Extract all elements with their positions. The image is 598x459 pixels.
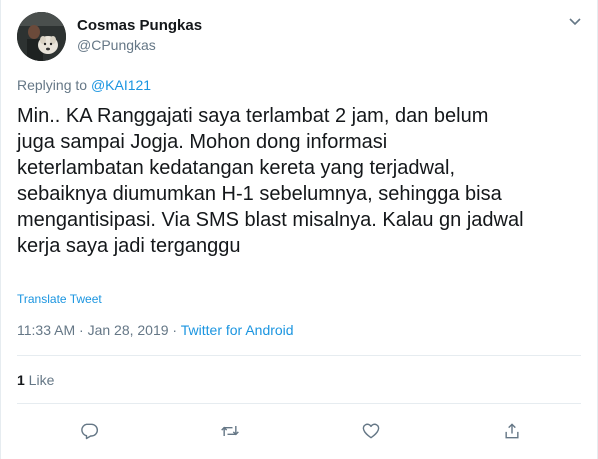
reply-mention-link[interactable]: @KAI121 (91, 77, 151, 93)
tweet-date[interactable]: Jan 28, 2019 (88, 322, 169, 338)
author-name[interactable]: Cosmas Pungkas (77, 17, 202, 34)
like-count-value: 1 (17, 372, 25, 388)
tweet-meta: 11:33 AM · Jan 28, 2019 · Twitter for An… (17, 322, 294, 338)
divider (17, 355, 581, 356)
avatar-image (17, 12, 66, 61)
meta-separator: · (75, 322, 88, 338)
avatar[interactable] (17, 12, 66, 61)
divider (17, 403, 581, 404)
author-handle[interactable]: @CPungkas (77, 37, 156, 53)
replying-to-label: Replying to (17, 77, 91, 93)
replying-to: Replying to @KAI121 (17, 77, 151, 93)
share-icon[interactable] (497, 416, 527, 446)
chevron-down-icon[interactable] (567, 15, 583, 29)
reply-icon[interactable] (74, 416, 104, 446)
heart-icon[interactable] (356, 416, 386, 446)
like-count-label: Like (24, 372, 55, 388)
likes-count[interactable]: 1 Like (17, 372, 54, 388)
tweet-time[interactable]: 11:33 AM (17, 322, 75, 338)
tweet-source-link[interactable]: Twitter for Android (181, 322, 294, 338)
translate-tweet-link[interactable]: Translate Tweet (17, 292, 102, 306)
meta-separator: · (168, 322, 181, 338)
retweet-icon[interactable] (215, 416, 245, 446)
tweet-actions (1, 416, 598, 446)
tweet-text: Min.. KA Ranggajati saya terlambat 2 jam… (17, 105, 524, 257)
